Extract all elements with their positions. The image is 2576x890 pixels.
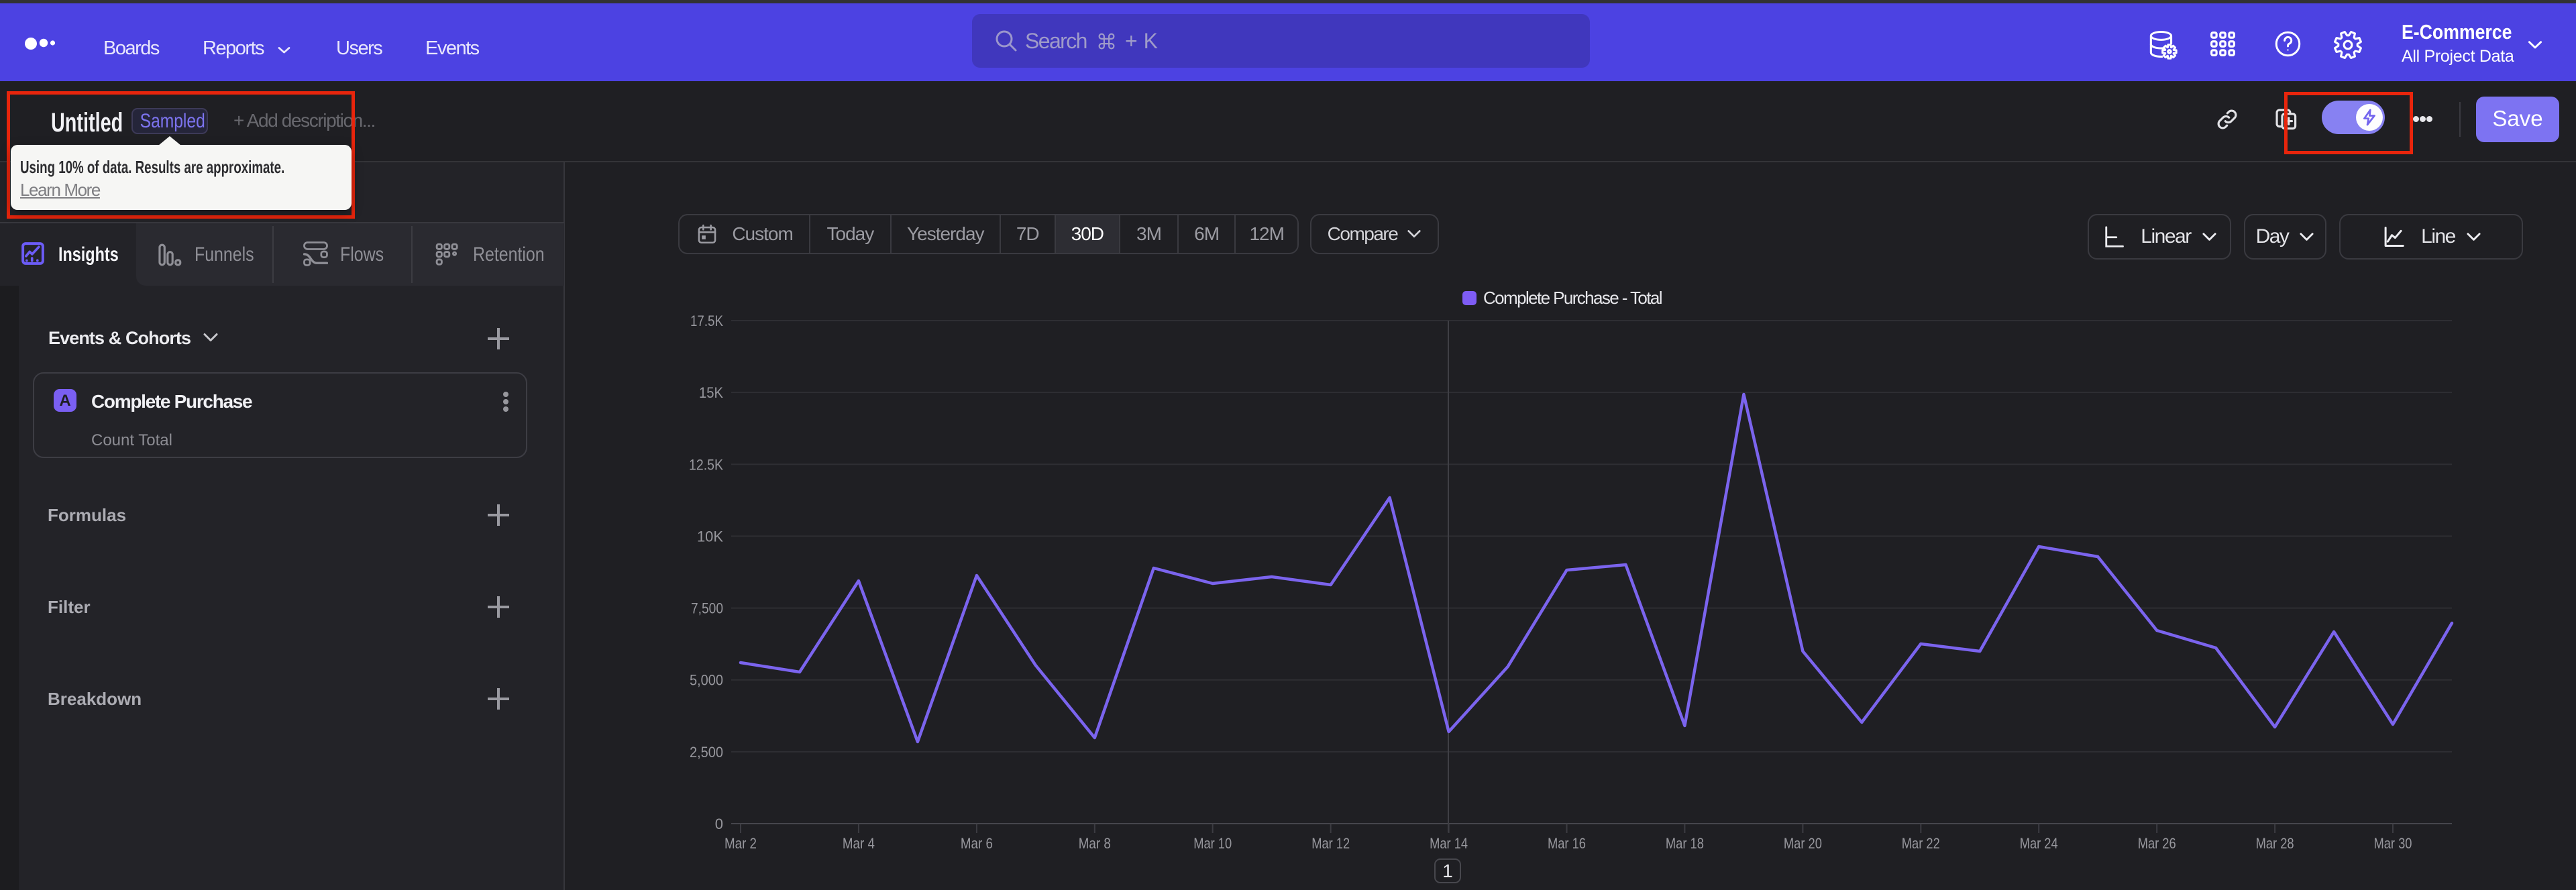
svg-text:Mar 4: Mar 4 xyxy=(843,835,875,852)
svg-text:Mar 28: Mar 28 xyxy=(2256,835,2294,852)
svg-text:Mar 6: Mar 6 xyxy=(961,835,993,852)
svg-text:Mar 20: Mar 20 xyxy=(1784,835,1822,852)
svg-text:Mar 18: Mar 18 xyxy=(1666,835,1704,852)
svg-text:12.5K: 12.5K xyxy=(689,456,723,473)
svg-text:Mar 14: Mar 14 xyxy=(1430,835,1468,852)
svg-text:Mar 8: Mar 8 xyxy=(1079,835,1111,852)
svg-text:Mar 10: Mar 10 xyxy=(1193,835,1232,852)
svg-text:Mar 30: Mar 30 xyxy=(2374,835,2412,852)
svg-text:10K: 10K xyxy=(697,528,723,545)
svg-text:Mar 22: Mar 22 xyxy=(1902,835,1940,852)
svg-text:2,500: 2,500 xyxy=(690,744,723,761)
svg-text:0: 0 xyxy=(715,816,723,832)
svg-text:7,500: 7,500 xyxy=(691,600,723,617)
svg-text:15K: 15K xyxy=(699,384,723,401)
svg-text:5,000: 5,000 xyxy=(690,672,723,689)
svg-text:17.5K: 17.5K xyxy=(690,313,723,329)
svg-text:Mar 12: Mar 12 xyxy=(1311,835,1350,852)
svg-text:Mar 16: Mar 16 xyxy=(1548,835,1586,852)
svg-text:Mar 24: Mar 24 xyxy=(2020,835,2058,852)
svg-text:Mar 26: Mar 26 xyxy=(2138,835,2176,852)
svg-text:Mar 2: Mar 2 xyxy=(724,835,757,852)
